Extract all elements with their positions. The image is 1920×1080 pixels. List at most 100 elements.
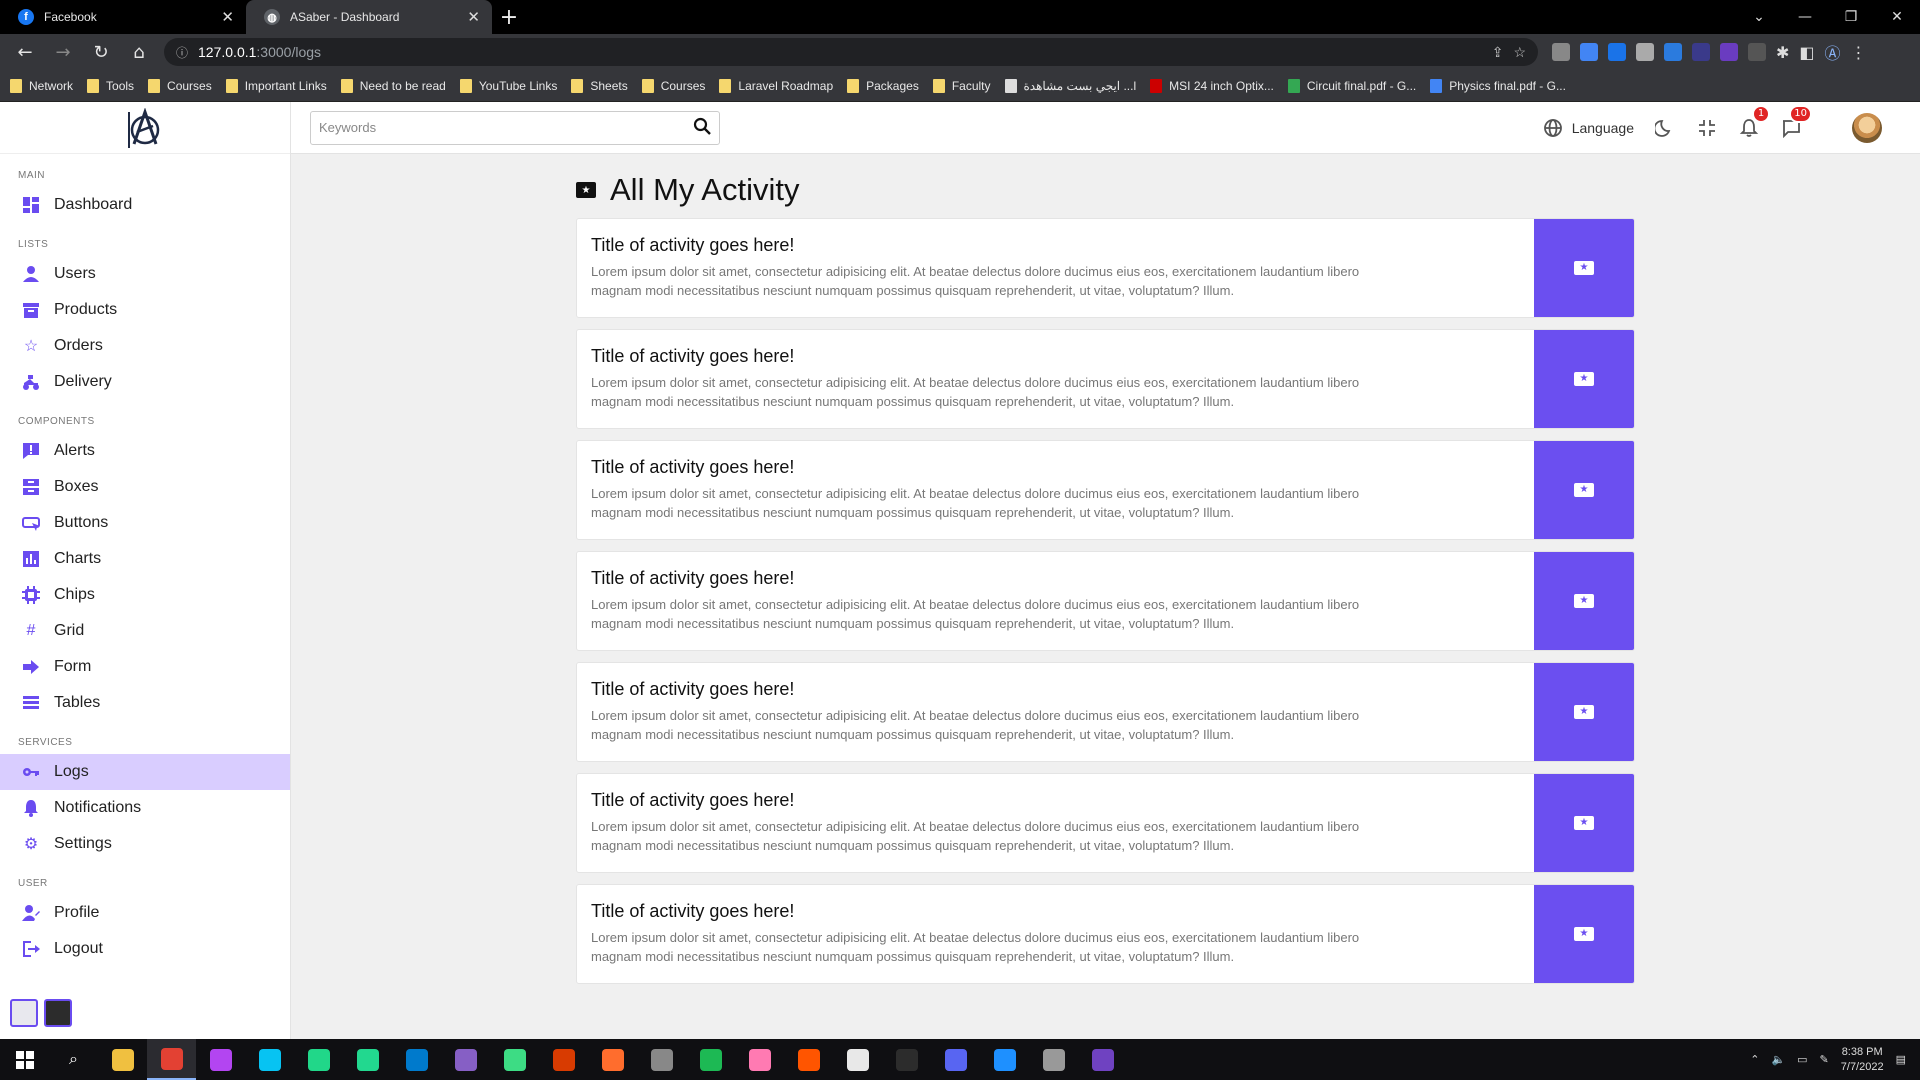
activity-action-button[interactable]: ★ [1534, 552, 1634, 650]
back-button[interactable]: ← [8, 37, 42, 67]
light-theme-button[interactable] [10, 999, 38, 1027]
sidebar-item-products[interactable]: Products [0, 292, 290, 328]
sidebar-item-alerts[interactable]: Alerts [0, 433, 290, 469]
bookmark-item[interactable]: Sheets [571, 78, 628, 93]
activity-action-button[interactable]: ★ [1534, 774, 1634, 872]
bookmark-item[interactable]: Faculty [932, 78, 991, 93]
extension-icon[interactable] [1720, 43, 1738, 61]
extension-icon[interactable] [1636, 43, 1654, 61]
share-icon[interactable]: ⇪ [1492, 44, 1504, 61]
app-green-taskbar-button[interactable] [490, 1039, 539, 1080]
minimize-icon[interactable]: — [1782, 9, 1828, 25]
home-button[interactable]: ⌂ [122, 37, 156, 67]
discord-taskbar-button[interactable] [931, 1039, 980, 1080]
forward-button[interactable]: → [46, 37, 80, 67]
sidebar-item-grid[interactable]: # Grid [0, 613, 290, 649]
soundcloud-taskbar-button[interactable] [784, 1039, 833, 1080]
info-icon[interactable]: ⓘ [176, 44, 188, 61]
extension-icon[interactable] [1552, 43, 1570, 61]
bookmark-item[interactable]: Packages [847, 78, 919, 93]
activity-action-button[interactable]: ★ [1534, 330, 1634, 428]
network-icon[interactable]: ▭ [1797, 1053, 1807, 1066]
extension-icon[interactable] [1748, 43, 1766, 61]
dark-mode-toggle-icon[interactable] [1654, 117, 1676, 139]
browser-tab[interactable]: f Facebook ✕ [0, 0, 246, 34]
volume-icon[interactable]: 🔈 [1771, 1053, 1785, 1066]
bookmark-item[interactable]: Physics final.pdf - G... [1430, 78, 1566, 93]
restore-icon[interactable]: ❐ [1828, 9, 1874, 25]
sidebar-item-delivery[interactable]: Delivery [0, 364, 290, 400]
puzzle-icon[interactable]: ✱ [1776, 43, 1789, 62]
chrome-taskbar-button[interactable] [147, 1039, 196, 1080]
bookmark-item[interactable]: YouTube Links [459, 78, 557, 93]
side-panel-icon[interactable]: ◧ [1799, 43, 1814, 62]
app-tiles-taskbar-button[interactable] [539, 1039, 588, 1080]
activity-action-button[interactable]: ★ [1534, 441, 1634, 539]
sidebar-item-charts[interactable]: Charts [0, 541, 290, 577]
bookmark-item[interactable]: Laravel Roadmap [719, 78, 833, 93]
bookmark-star-icon[interactable]: ☆ [1513, 44, 1526, 61]
pen-icon[interactable]: ✎ [1820, 1053, 1829, 1066]
app-dark-taskbar-button[interactable] [882, 1039, 931, 1080]
app-cloud-taskbar-button[interactable] [735, 1039, 784, 1080]
taskbar-search-button[interactable]: ⌕ [49, 1039, 98, 1080]
address-bar[interactable]: ⓘ 127.0.0.1:3000/logs ⇪ ☆ [164, 38, 1538, 66]
sidebar-item-chips[interactable]: Chips [0, 577, 290, 613]
close-window-icon[interactable]: ✕ [1874, 9, 1920, 25]
webstorm-taskbar-button[interactable] [245, 1039, 294, 1080]
bookmark-item[interactable]: Tools [87, 78, 134, 93]
app-orange-taskbar-button[interactable] [588, 1039, 637, 1080]
tab-search-icon[interactable]: ⌄ [1736, 9, 1782, 25]
sidebar-item-logout[interactable]: Logout [0, 931, 290, 967]
translate-icon[interactable] [1580, 43, 1598, 61]
bookmark-item[interactable]: Need to be read [340, 78, 446, 93]
extension-icon[interactable] [1692, 43, 1710, 61]
activity-action-button[interactable]: ★ [1534, 219, 1634, 317]
sidebar-item-dashboard[interactable]: Dashboard [0, 187, 290, 223]
messages-icon[interactable]: 10 [1780, 104, 1812, 139]
sidebar-item-settings[interactable]: ⚙ Settings [0, 826, 290, 862]
sidebar-item-form[interactable]: Form [0, 649, 290, 685]
bookmark-item[interactable]: MSI 24 inch Optix... [1150, 78, 1274, 93]
sidebar-item-buttons[interactable]: Buttons [0, 505, 290, 541]
search-input[interactable] [319, 120, 693, 135]
file-explorer-taskbar-button[interactable] [98, 1039, 147, 1080]
notifications-bell-icon[interactable]: 1 [1738, 104, 1770, 139]
app-white-taskbar-button[interactable] [833, 1039, 882, 1080]
visual-studio-taskbar-button[interactable] [441, 1039, 490, 1080]
app-circle-taskbar-button[interactable] [686, 1039, 735, 1080]
phpstorm-taskbar-button[interactable] [196, 1039, 245, 1080]
vscode-taskbar-button[interactable] [392, 1039, 441, 1080]
dark-theme-button[interactable] [44, 999, 72, 1027]
extension-icon[interactable] [1608, 43, 1626, 61]
new-tab-button[interactable]: + [492, 0, 526, 34]
bookmark-item[interactable]: Courses [641, 78, 705, 93]
app-blue-taskbar-button[interactable] [980, 1039, 1029, 1080]
close-tab-icon[interactable]: ✕ [221, 8, 234, 26]
profile-icon[interactable]: Ⓐ [1825, 40, 1841, 64]
activity-action-button[interactable]: ★ [1534, 663, 1634, 761]
reload-button[interactable]: ↻ [84, 37, 118, 67]
action-center-icon[interactable]: ▤ [1896, 1053, 1906, 1066]
fullscreen-exit-icon[interactable] [1696, 117, 1718, 139]
app-box-taskbar-button[interactable] [1029, 1039, 1078, 1080]
logo[interactable] [0, 102, 290, 154]
app-purple-taskbar-button[interactable] [1078, 1039, 1127, 1080]
sidebar-item-logs[interactable]: Logs [0, 754, 290, 790]
close-tab-icon[interactable]: ✕ [467, 8, 480, 26]
clock[interactable]: 8:38 PM 7/7/2022 [1841, 1045, 1884, 1075]
sidebar-item-profile[interactable]: Profile [0, 895, 290, 931]
bookmark-item[interactable]: Circuit final.pdf - G... [1287, 78, 1416, 93]
bookmark-item[interactable]: Network [10, 78, 73, 93]
menu-kebab-icon[interactable]: ⋮ [1851, 43, 1867, 62]
sidebar-item-notifications[interactable]: Notifications [0, 790, 290, 826]
chevron-up-icon[interactable]: ⌃ [1750, 1053, 1759, 1066]
sidebar-item-orders[interactable]: ☆ Orders [0, 328, 290, 364]
windows-start-button[interactable] [0, 1039, 49, 1080]
sidebar-item-users[interactable]: Users [0, 256, 290, 292]
app-gray-taskbar-button[interactable] [637, 1039, 686, 1080]
bookmark-item[interactable]: Important Links [225, 78, 327, 93]
clion-taskbar-button[interactable] [343, 1039, 392, 1080]
sidebar-item-tables[interactable]: Tables [0, 685, 290, 721]
bookmark-item[interactable]: ايجي بست مشاهدة ...l [1004, 78, 1136, 93]
